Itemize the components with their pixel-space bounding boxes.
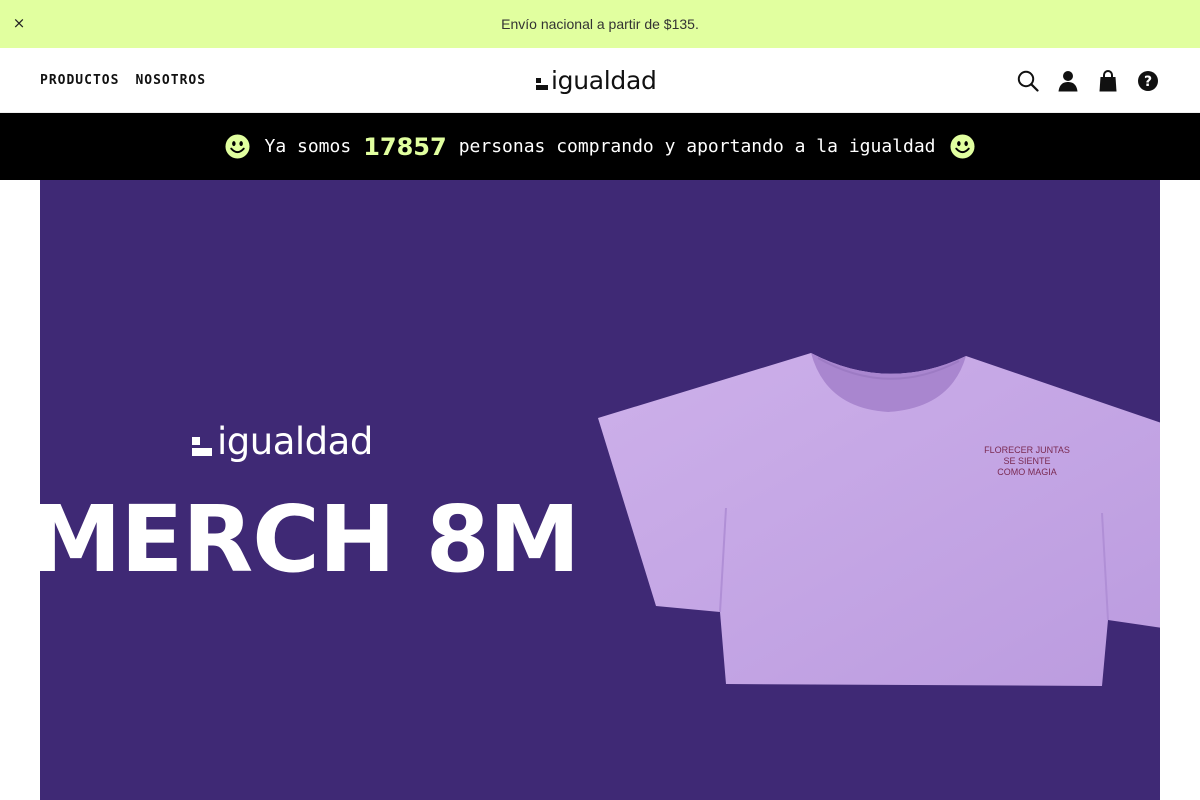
svg-text:?: ? bbox=[1144, 74, 1152, 90]
cart-icon[interactable] bbox=[1096, 69, 1120, 93]
smiley-icon bbox=[949, 134, 975, 159]
help-icon[interactable]: ? bbox=[1136, 69, 1160, 93]
nav-nosotros[interactable]: NOSOTROS bbox=[135, 73, 206, 88]
announcement-bar: × Envío nacional a partir de $135. bbox=[0, 0, 1200, 48]
site-logo[interactable]: igualdad bbox=[536, 48, 657, 113]
search-icon[interactable] bbox=[1016, 69, 1040, 93]
hero-logo: igualdad bbox=[192, 420, 373, 463]
announcement-text: Envío nacional a partir de $135. bbox=[501, 16, 699, 32]
hero-logo-text: igualdad bbox=[217, 420, 373, 463]
counter-number: 17857 bbox=[363, 132, 447, 161]
user-icon[interactable] bbox=[1056, 69, 1080, 93]
close-announcement-button[interactable]: × bbox=[10, 14, 28, 32]
smiley-icon bbox=[225, 134, 251, 159]
hero-title: MERCH 8M bbox=[40, 486, 580, 593]
counter-suffix: personas comprando y aportando a la igua… bbox=[458, 136, 936, 157]
logo-mark bbox=[536, 77, 548, 90]
community-counter-bar: Ya somos 17857 personas comprando y apor… bbox=[0, 113, 1200, 180]
nav-productos[interactable]: PRODUCTOS bbox=[40, 73, 119, 88]
counter-prefix: Ya somos bbox=[264, 136, 352, 157]
main-nav: PRODUCTOS NOSOTROS bbox=[40, 48, 222, 113]
header-icons: ? bbox=[1000, 48, 1160, 113]
tshirt-image bbox=[598, 353, 1160, 686]
shirt-print-text: FLORECER JUNTAS SE SIENTE COMO MAGIA bbox=[984, 445, 1070, 477]
logo-text: igualdad bbox=[551, 66, 657, 95]
site-header: PRODUCTOS NOSOTROS igualdad ? bbox=[0, 48, 1200, 113]
hero-banner[interactable]: igualdad MERCH 8M FLORECER JUNTAS SE SIE… bbox=[40, 180, 1160, 800]
hero-logo-mark bbox=[192, 436, 212, 456]
